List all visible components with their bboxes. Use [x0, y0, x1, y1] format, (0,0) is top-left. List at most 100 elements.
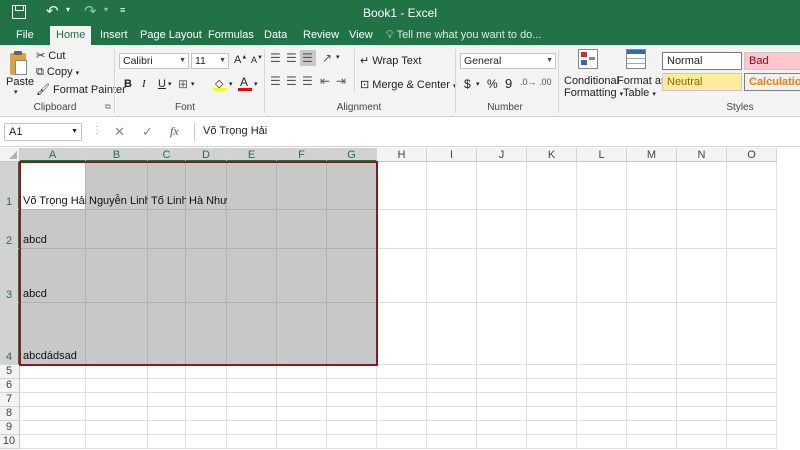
cell-E9[interactable]: [227, 421, 277, 435]
decrease-decimal-icon[interactable]: .00: [539, 77, 552, 87]
tab-insert[interactable]: Insert: [94, 26, 134, 45]
cell-I10[interactable]: [427, 435, 477, 449]
column-header-N[interactable]: N: [677, 148, 727, 162]
cell-G3[interactable]: [327, 249, 377, 303]
cell-A5[interactable]: [20, 365, 86, 379]
cell-G10[interactable]: [327, 435, 377, 449]
cell-O7[interactable]: [727, 393, 777, 407]
cell-D5[interactable]: [186, 365, 227, 379]
cell-H9[interactable]: [377, 421, 427, 435]
cell-K7[interactable]: [527, 393, 577, 407]
conditional-formatting-button[interactable]: Formatting ▾: [564, 87, 623, 99]
column-header-J[interactable]: J: [477, 148, 527, 162]
tab-file[interactable]: File: [10, 26, 40, 45]
borders-icon[interactable]: ⊞: [178, 77, 188, 91]
cell-I5[interactable]: [427, 365, 477, 379]
cell-E4[interactable]: [227, 303, 277, 365]
row-header-8[interactable]: 8: [0, 407, 20, 421]
cell-F4[interactable]: [277, 303, 327, 365]
cell-G4[interactable]: [327, 303, 377, 365]
cell-I9[interactable]: [427, 421, 477, 435]
cell-H5[interactable]: [377, 365, 427, 379]
comma-button[interactable]: 9: [505, 76, 512, 91]
cell-N10[interactable]: [677, 435, 727, 449]
currency-button[interactable]: $: [464, 77, 471, 91]
orientation-icon[interactable]: ↗: [322, 51, 332, 65]
cell-C6[interactable]: [148, 379, 186, 393]
insert-function-icon[interactable]: fx: [170, 124, 179, 139]
cell-A1[interactable]: Võ Trọng Hải: [20, 162, 87, 210]
enter-icon[interactable]: ✓: [142, 124, 153, 140]
cell-D6[interactable]: [186, 379, 227, 393]
column-header-D[interactable]: D: [186, 148, 227, 162]
decrease-font-icon[interactable]: A▼: [251, 55, 263, 65]
cell-E7[interactable]: [227, 393, 277, 407]
cell-J1[interactable]: [477, 162, 527, 210]
font-size-combo[interactable]: 11 ▼: [191, 53, 229, 69]
cell-B2[interactable]: [86, 210, 148, 249]
cell-F10[interactable]: [277, 435, 327, 449]
cell-J8[interactable]: [477, 407, 527, 421]
cell-H10[interactable]: [377, 435, 427, 449]
cell-L2[interactable]: [577, 210, 627, 249]
cell-L5[interactable]: [577, 365, 627, 379]
row-header-3[interactable]: 3: [0, 249, 20, 303]
row-header-2[interactable]: 2: [0, 210, 20, 249]
cell-N9[interactable]: [677, 421, 727, 435]
number-format-combo[interactable]: General ▼: [460, 53, 556, 69]
font-color-dropdown-icon[interactable]: ▾: [254, 80, 258, 88]
fill-color-dropdown-icon[interactable]: ▾: [229, 80, 233, 88]
paste-button[interactable]: Paste: [6, 76, 34, 88]
cell-F9[interactable]: [277, 421, 327, 435]
cell-O5[interactable]: [727, 365, 777, 379]
conditional-formatting-icon[interactable]: [578, 49, 600, 71]
cell-J9[interactable]: [477, 421, 527, 435]
cell-A8[interactable]: [20, 407, 86, 421]
cell-L10[interactable]: [577, 435, 627, 449]
cell-J2[interactable]: [477, 210, 527, 249]
cell-L8[interactable]: [577, 407, 627, 421]
cell-J7[interactable]: [477, 393, 527, 407]
cell-I4[interactable]: [427, 303, 477, 365]
cell-C9[interactable]: [148, 421, 186, 435]
underline-dropdown-icon[interactable]: ▾: [168, 80, 172, 88]
increase-indent-icon[interactable]: ⇥: [336, 74, 346, 88]
orientation-dropdown-icon[interactable]: ▾: [336, 53, 340, 61]
cell-G6[interactable]: [327, 379, 377, 393]
column-header-C[interactable]: C: [148, 148, 186, 162]
cell-O10[interactable]: [727, 435, 777, 449]
cell-O6[interactable]: [727, 379, 777, 393]
cell-O3[interactable]: [727, 249, 777, 303]
italic-button[interactable]: I: [142, 78, 146, 90]
cell-H4[interactable]: [377, 303, 427, 365]
cell-C3[interactable]: [148, 249, 186, 303]
cut-button[interactable]: ✂ Cut: [36, 49, 65, 62]
row-header-6[interactable]: 6: [0, 379, 20, 393]
copy-button[interactable]: ⧉ Copy ▾: [36, 66, 79, 79]
cell-H2[interactable]: [377, 210, 427, 249]
decrease-indent-icon[interactable]: ⇤: [320, 74, 330, 88]
increase-font-icon[interactable]: A▲: [234, 54, 247, 66]
cell-G8[interactable]: [327, 407, 377, 421]
cell-M2[interactable]: [627, 210, 677, 249]
align-center-icon[interactable]: ☰: [286, 74, 297, 88]
formula-input[interactable]: Võ Trọng Hải: [194, 123, 800, 141]
cell-B7[interactable]: [86, 393, 148, 407]
cell-A3[interactable]: abcd: [20, 249, 86, 303]
cell-I7[interactable]: [427, 393, 477, 407]
percent-button[interactable]: %: [487, 77, 498, 91]
cell-L4[interactable]: [577, 303, 627, 365]
cell-F8[interactable]: [277, 407, 327, 421]
cell-N8[interactable]: [677, 407, 727, 421]
cell-C7[interactable]: [148, 393, 186, 407]
cell-D10[interactable]: [186, 435, 227, 449]
cell-O4[interactable]: [727, 303, 777, 365]
cell-N7[interactable]: [677, 393, 727, 407]
paste-icon[interactable]: [8, 51, 30, 77]
wrap-text-button[interactable]: ↵ Wrap Text: [360, 54, 421, 67]
style-bad[interactable]: Bad: [744, 52, 800, 70]
underline-button[interactable]: U: [158, 78, 166, 90]
format-as-table-button[interactable]: Table ▾: [623, 87, 656, 99]
cell-L7[interactable]: [577, 393, 627, 407]
column-header-H[interactable]: H: [377, 148, 427, 162]
